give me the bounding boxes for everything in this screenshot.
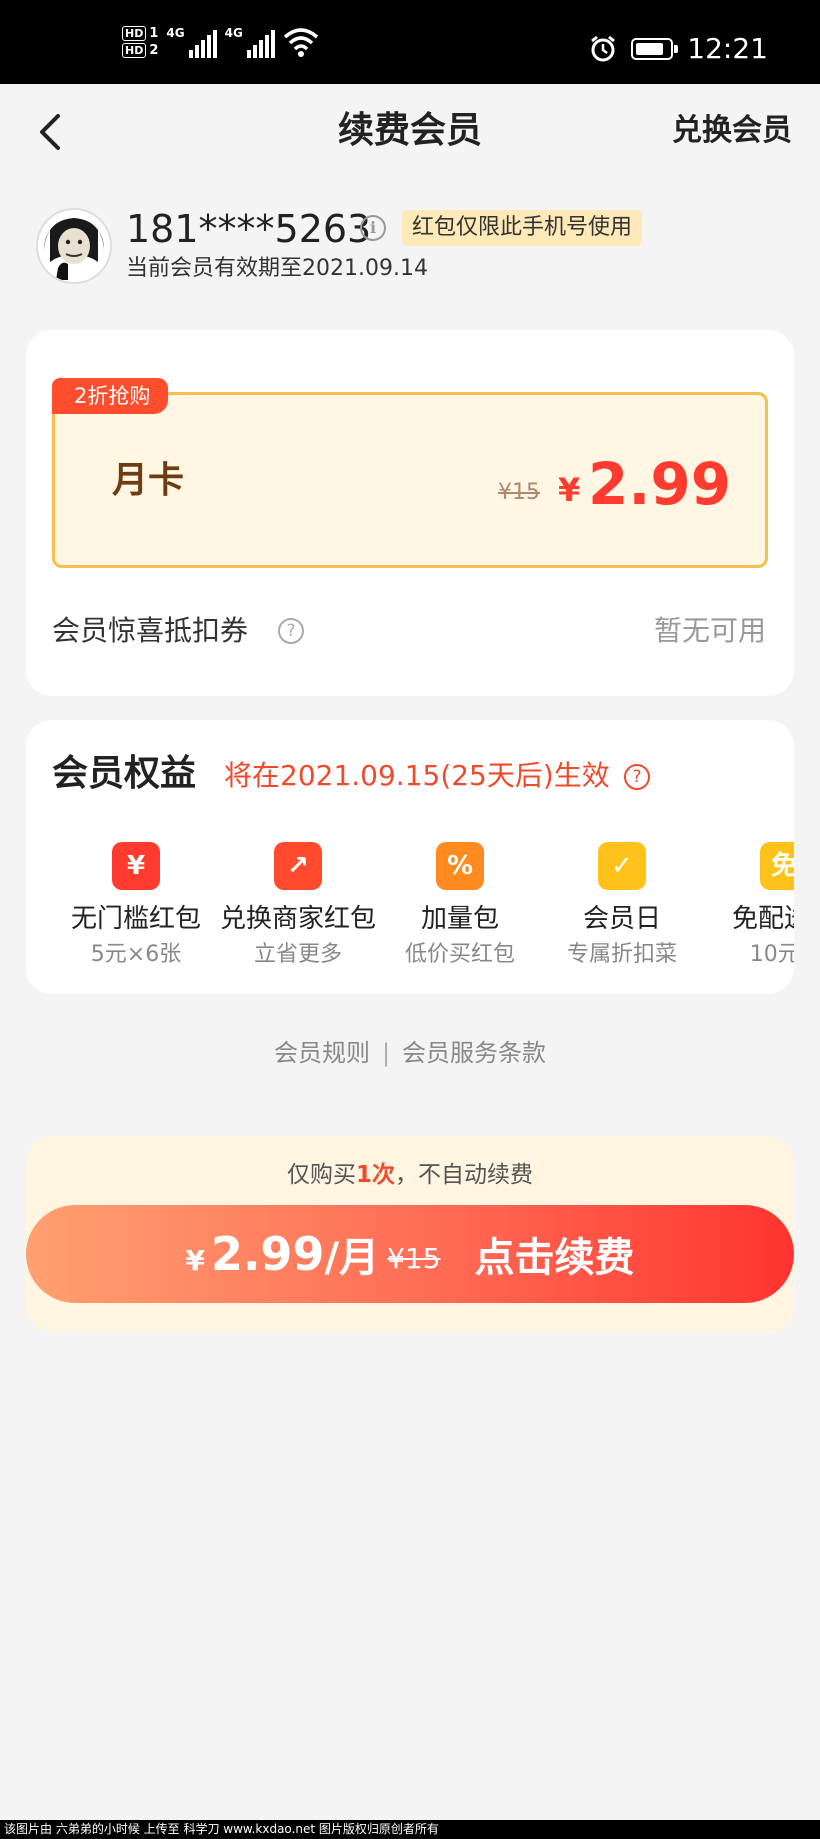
benefit-item[interactable]: % 加量包 低价买红包 bbox=[380, 842, 540, 970]
benefit-name: 免配送费 bbox=[731, 904, 794, 934]
sim-1-label: 1 bbox=[149, 26, 159, 41]
redeem-membership-button[interactable]: 兑换会员 bbox=[672, 104, 792, 158]
button-unit: /月 bbox=[324, 1235, 380, 1281]
battery-icon bbox=[631, 37, 679, 60]
benefit-name: 加量包 bbox=[420, 904, 499, 934]
status-bar: HD 1 HD 2 4G 4G 12:21 bbox=[0, 0, 820, 84]
benefit-item[interactable]: ↗ 兑换商家红包 立省更多 bbox=[218, 842, 378, 970]
coupon-status: 暂无可用 bbox=[653, 614, 766, 647]
renew-button[interactable]: ¥ 2.99 /月 ¥15 点击续费 bbox=[26, 1205, 794, 1303]
button-price: 2.99 bbox=[210, 1227, 325, 1281]
footer-links: 会员规则 | 会员服务条款 bbox=[0, 1036, 820, 1070]
sim-indicators: HD 1 HD 2 bbox=[122, 26, 158, 58]
free-delivery-icon: 免 bbox=[760, 842, 794, 890]
network-2-label: 4G bbox=[224, 26, 243, 40]
benefit-item[interactable]: ¥ 无门槛红包 5元×6张 bbox=[56, 842, 216, 970]
note-suffix: ，不自动续费 bbox=[395, 1162, 533, 1188]
signal-indicators: HD 1 HD 2 4G 4G bbox=[122, 26, 319, 58]
terms-link[interactable]: 会员服务条款 bbox=[402, 1039, 546, 1067]
hd-badge-1: HD bbox=[122, 26, 147, 41]
button-cta-label: 点击续费 bbox=[474, 1235, 635, 1281]
status-right: 12:21 bbox=[589, 32, 768, 65]
benefits-effective-note: 将在2021.09.15(25天后)生效 bbox=[224, 759, 610, 792]
benefit-name: 兑换商家红包 bbox=[219, 904, 376, 934]
benefits-title: 会员权益 bbox=[52, 753, 197, 794]
benefit-subtitle: 专属折扣菜 bbox=[566, 942, 677, 967]
benefit-name: 无门槛红包 bbox=[70, 904, 201, 934]
wifi-icon bbox=[283, 28, 318, 57]
note-count: 1次 bbox=[355, 1162, 395, 1188]
plan-original-price: ¥15 bbox=[498, 480, 540, 505]
clock: 12:21 bbox=[687, 32, 768, 65]
discount-badge: 2折抢购 bbox=[52, 378, 169, 414]
benefit-name: 会员日 bbox=[582, 904, 661, 934]
battery-level bbox=[636, 42, 664, 55]
membership-expiry: 当前会员有效期至2021.09.14 bbox=[126, 256, 428, 281]
benefit-item[interactable]: ✓ 会员日 专属折扣菜 bbox=[542, 842, 702, 970]
benefit-subtitle: 立省更多 bbox=[253, 942, 342, 967]
help-icon[interactable]: ? bbox=[624, 764, 650, 790]
benefit-subtitle: 低价买红包 bbox=[404, 942, 515, 967]
plan-name: 月卡 bbox=[112, 460, 185, 501]
benefit-subtitle: 10元× bbox=[749, 942, 794, 967]
rules-link[interactable]: 会员规则 bbox=[274, 1039, 370, 1067]
watermark-footer: 该图片由 六弟弟的小时候 上传至 科学刀 www.kxdao.net 图片版权归… bbox=[0, 1820, 820, 1839]
button-original-price: ¥15 bbox=[387, 1241, 441, 1275]
coupon-pack-icon: % bbox=[436, 842, 484, 890]
button-currency: ¥ bbox=[185, 1243, 205, 1277]
signal-1-icon: 4G bbox=[166, 26, 217, 58]
benefit-subtitle: 5元×6张 bbox=[90, 942, 182, 967]
exchange-envelope-icon: ↗ bbox=[274, 842, 322, 890]
network-1-label: 4G bbox=[166, 26, 185, 40]
plan-price: 2.99 bbox=[588, 450, 732, 518]
phone-number: 181****5263 bbox=[126, 207, 372, 251]
alarm-icon bbox=[591, 35, 616, 61]
avatar bbox=[36, 208, 112, 284]
plan-currency: ¥ bbox=[558, 471, 581, 509]
note-prefix: 仅购买 bbox=[286, 1162, 356, 1188]
link-separator: | bbox=[381, 1039, 391, 1067]
benefits-card: 会员权益 将在2021.09.15(25天后)生效 ? ¥ 无门槛红包 5元×6… bbox=[26, 720, 794, 994]
hd-badge-2: HD bbox=[122, 43, 147, 58]
coupon-label[interactable]: 会员惊喜抵扣券 bbox=[52, 612, 248, 650]
signal-2-icon: 4G bbox=[225, 26, 275, 58]
sim-2-label: 2 bbox=[149, 43, 159, 58]
purchase-note: 仅购买1次，不自动续费 bbox=[26, 1158, 794, 1192]
phone-only-tag: 红包仅限此手机号使用 bbox=[402, 210, 643, 246]
help-icon[interactable]: ? bbox=[278, 618, 304, 644]
calendar-check-icon: ✓ bbox=[598, 842, 646, 890]
benefit-item[interactable]: 免 免配送费 10元× bbox=[704, 842, 794, 970]
info-icon[interactable]: i bbox=[360, 215, 386, 241]
red-envelope-icon: ¥ bbox=[112, 842, 160, 890]
